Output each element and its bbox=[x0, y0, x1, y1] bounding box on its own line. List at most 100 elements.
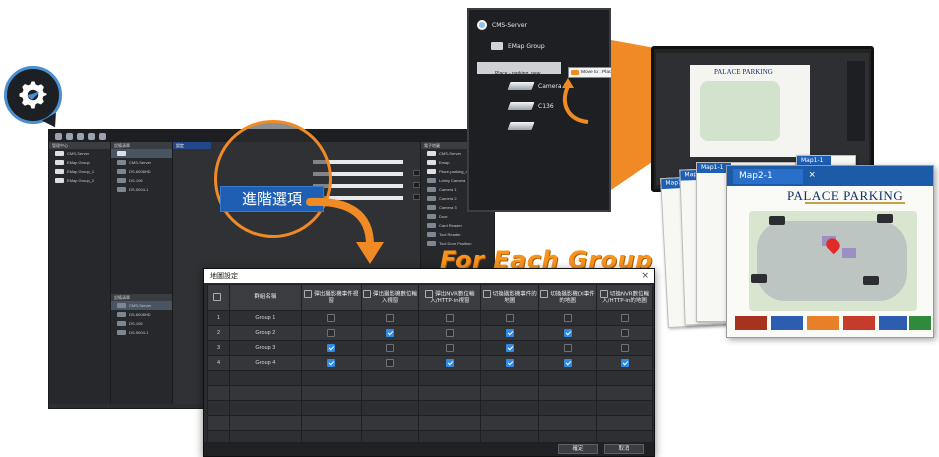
empty-table-row bbox=[207, 385, 653, 401]
table-row[interactable]: 4 Group 4 bbox=[207, 355, 653, 371]
device-list-panel: 設備清單 CMS-Server DS-6008HD DS-106 DS-5004… bbox=[111, 142, 173, 404]
tree-item-emap-group[interactable]: EMap Group bbox=[491, 42, 545, 50]
checkbox-unchecked[interactable] bbox=[327, 314, 336, 322]
empty-cell bbox=[538, 400, 598, 416]
device-icon bbox=[117, 178, 126, 183]
cancel-button[interactable]: 取消 bbox=[604, 444, 644, 454]
checkbox-checked[interactable] bbox=[620, 359, 629, 367]
checkbox-cell bbox=[418, 310, 482, 326]
dialog-title-bar: 地圖設定 × bbox=[204, 269, 654, 283]
select-all-header[interactable] bbox=[207, 284, 230, 311]
tree-item[interactable]: DS-5004-1 bbox=[111, 328, 172, 337]
checkbox-unchecked[interactable] bbox=[505, 314, 514, 322]
close-icon[interactable]: × bbox=[809, 169, 815, 181]
checkbox-unchecked[interactable] bbox=[386, 359, 395, 367]
checkbox-checked[interactable] bbox=[563, 329, 572, 337]
camera-icon bbox=[427, 196, 436, 201]
refresh-icon[interactable] bbox=[66, 132, 73, 140]
reader-icon bbox=[427, 232, 436, 237]
tab-settings[interactable]: 設定 bbox=[173, 142, 211, 149]
column-header[interactable]: 彈出NVR數位輸入/HTTP-in視窗 bbox=[418, 284, 482, 311]
tree-item[interactable]: EMap Group bbox=[49, 158, 110, 167]
column-header[interactable]: 切換攝影機DI事件的地圖 bbox=[538, 284, 598, 311]
checkbox-unchecked[interactable] bbox=[563, 314, 572, 322]
monitor-map-view: PALACE PARKING bbox=[690, 65, 810, 157]
tree-item[interactable]: Tool Reader bbox=[421, 230, 494, 239]
checkbox-unchecked[interactable] bbox=[386, 344, 395, 352]
tree-item-camera[interactable] bbox=[507, 122, 535, 130]
screen-icon[interactable] bbox=[99, 132, 106, 140]
tab-map2-1[interactable]: Map2-1 bbox=[733, 169, 803, 184]
tree-item-server[interactable]: CMS-Server bbox=[477, 20, 527, 30]
tree-item[interactable]: Door bbox=[421, 212, 494, 221]
checkbox-checked[interactable] bbox=[327, 344, 336, 352]
column-header[interactable]: 切換攝影機事件的地圖 bbox=[480, 284, 540, 311]
column-checkbox[interactable] bbox=[599, 289, 608, 298]
tree-item[interactable]: EMap Group_2 bbox=[49, 176, 110, 185]
row-index: 1 bbox=[207, 310, 230, 326]
legend-tile bbox=[735, 316, 767, 330]
tree-item[interactable]: CMS-Server bbox=[49, 149, 110, 158]
tree-item[interactable]: DS-6008HD bbox=[111, 310, 172, 319]
tree-item[interactable]: Card Reader bbox=[421, 221, 494, 230]
tree-item[interactable]: DS-106 bbox=[111, 176, 172, 185]
table-row[interactable]: 1 Group 1 bbox=[207, 310, 653, 326]
column-header[interactable]: 彈出攝影機數位輸入視窗 bbox=[360, 284, 420, 311]
camera-icon bbox=[427, 187, 436, 192]
device-search[interactable] bbox=[111, 149, 172, 158]
table-row[interactable]: 3 Group 3 bbox=[207, 340, 653, 356]
tree-item[interactable]: DS-106 bbox=[111, 319, 172, 328]
monitor-map-lot bbox=[700, 81, 780, 141]
checkbox-checked[interactable] bbox=[563, 359, 572, 367]
camera-icon[interactable] bbox=[769, 216, 785, 225]
checkbox-unchecked[interactable] bbox=[563, 344, 572, 352]
checkbox-unchecked[interactable] bbox=[445, 314, 454, 322]
checkbox-unchecked[interactable] bbox=[386, 314, 395, 322]
checkbox-unchecked[interactable] bbox=[445, 329, 454, 337]
empty-cell bbox=[207, 385, 230, 401]
column-checkbox[interactable] bbox=[540, 289, 549, 298]
tree-item[interactable]: DS-6008HD bbox=[111, 167, 172, 176]
tree-item[interactable]: EMap Group_1 bbox=[49, 167, 110, 176]
home-icon[interactable] bbox=[55, 132, 62, 140]
checkbox-unchecked[interactable] bbox=[445, 344, 454, 352]
column-header[interactable]: 彈出攝影機事件視窗 bbox=[300, 284, 362, 311]
tree-item[interactable]: CMS-Server bbox=[111, 158, 172, 167]
empty-table-row bbox=[207, 400, 653, 416]
column-checkbox[interactable] bbox=[482, 289, 491, 298]
checkbox-unchecked[interactable] bbox=[327, 329, 336, 337]
column-checkbox[interactable] bbox=[425, 289, 434, 298]
camera-icon[interactable] bbox=[877, 214, 893, 223]
select-all-checkbox[interactable] bbox=[213, 293, 222, 302]
server-icon bbox=[427, 151, 436, 156]
tree-item-c136[interactable]: C136 bbox=[507, 102, 554, 110]
checkbox-checked[interactable] bbox=[505, 329, 514, 337]
checkbox-checked[interactable] bbox=[505, 359, 514, 367]
table-row[interactable]: 2 Group 2 bbox=[207, 325, 653, 341]
checkbox-checked[interactable] bbox=[505, 344, 514, 352]
ok-button[interactable]: 確定 bbox=[558, 444, 598, 454]
legend-tile bbox=[771, 316, 803, 330]
column-checkbox[interactable] bbox=[304, 289, 313, 298]
checkbox-checked[interactable] bbox=[386, 329, 395, 337]
checkbox-unchecked[interactable] bbox=[620, 329, 629, 337]
column-checkbox[interactable] bbox=[363, 289, 372, 298]
checkbox-unchecked[interactable] bbox=[620, 344, 629, 352]
checkbox-cell bbox=[300, 355, 362, 371]
empty-cell bbox=[207, 370, 230, 386]
checkbox-checked[interactable] bbox=[445, 359, 454, 367]
close-icon[interactable]: × bbox=[641, 269, 649, 283]
tree-item[interactable]: CMS-Server bbox=[111, 301, 172, 310]
camera-icon[interactable] bbox=[751, 274, 767, 283]
card-reader-icon bbox=[427, 223, 436, 228]
tree-item[interactable]: DS-5004-1 bbox=[111, 185, 172, 194]
grid-icon[interactable] bbox=[88, 132, 95, 140]
column-header[interactable]: 切換NVR數位輸入/HTTP-in的地圖 bbox=[596, 284, 653, 311]
lock-icon[interactable] bbox=[77, 132, 84, 140]
checkbox-checked[interactable] bbox=[327, 359, 336, 367]
camera-icon[interactable] bbox=[863, 276, 879, 285]
checkbox-unchecked[interactable] bbox=[620, 314, 629, 322]
search-icon bbox=[117, 151, 126, 156]
checkbox-cell bbox=[360, 325, 420, 341]
tree-item-place-selected[interactable]: Place - parking_new bbox=[477, 62, 561, 77]
